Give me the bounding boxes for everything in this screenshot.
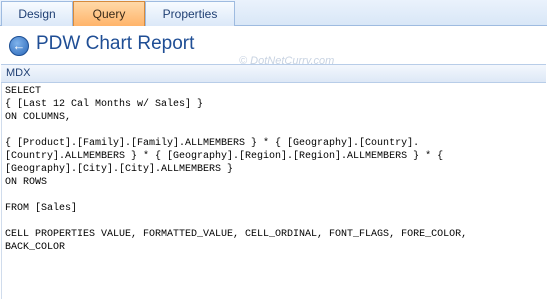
page-title: PDW Chart Report	[36, 33, 195, 54]
tab-design[interactable]: Design	[1, 1, 73, 26]
back-arrow-icon[interactable]: ←	[9, 36, 29, 56]
code-line: { [Last 12 Cal Months w/ Sales] }	[5, 99, 204, 110]
mdx-query-editor[interactable]: SELECT { [Last 12 Cal Months w/ Sales] }…	[1, 83, 546, 299]
code-line: [Country].ALLMEMBERS } * { [Geography].[…	[5, 151, 444, 162]
code-line: ON COLUMNS,	[5, 112, 72, 123]
code-line: [Geography].[City].[City].ALLMEMBERS }	[5, 164, 234, 175]
mdx-section-header: MDX	[1, 64, 546, 83]
code-line: CELL PROPERTIES VALUE, FORMATTED_VALUE, …	[5, 229, 468, 240]
code-line: FROM [Sales]	[5, 203, 78, 214]
mdx-label: MDX	[6, 67, 31, 79]
tab-bar: Design Query Properties	[0, 0, 547, 26]
code-line: { [Product].[Family].[Family].ALLMEMBERS…	[5, 138, 420, 149]
tab-properties[interactable]: Properties	[145, 1, 235, 26]
tab-query[interactable]: Query	[73, 1, 145, 26]
code-line: BACK_COLOR	[5, 242, 66, 253]
code-line: SELECT	[5, 86, 42, 97]
code-line: ON ROWS	[5, 177, 48, 188]
